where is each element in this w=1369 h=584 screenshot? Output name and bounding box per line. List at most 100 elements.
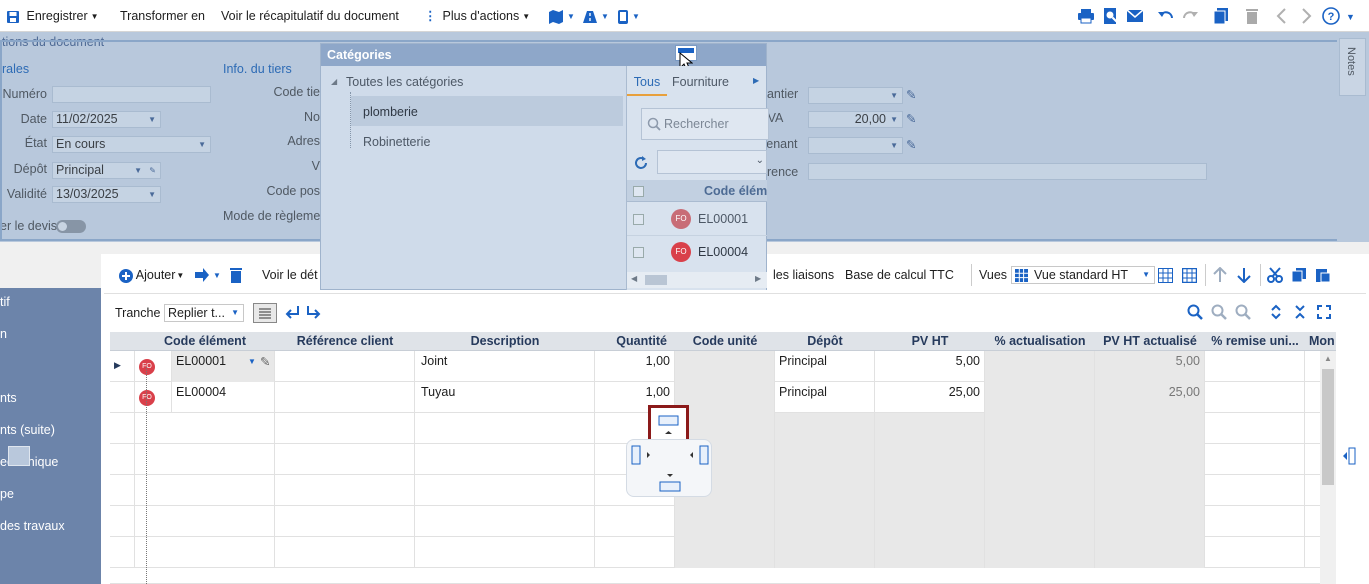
pvht-cell[interactable]: 5,00 <box>875 351 985 382</box>
links-button[interactable]: les liaisons <box>773 268 834 282</box>
chevron-down-icon[interactable]: ▼ <box>1346 0 1355 32</box>
tree-collapse-icon[interactable]: ◢ <box>331 77 337 86</box>
trash-icon[interactable] <box>230 267 242 283</box>
dock-bottom-target-icon[interactable] <box>656 470 684 494</box>
road-button[interactable]: ▼ <box>582 0 609 32</box>
ref-client-cell[interactable] <box>275 351 415 382</box>
list-item[interactable]: FO EL00001 <box>627 203 767 236</box>
save-button[interactable]: Enregistrer ▼ <box>6 0 99 32</box>
select-all-checkbox[interactable] <box>633 186 644 197</box>
copy-icon[interactable] <box>1291 267 1307 283</box>
table-row-empty[interactable] <box>110 506 1320 537</box>
collapse-icon[interactable] <box>1293 304 1307 320</box>
trash-icon[interactable] <box>1243 7 1261 25</box>
table-row-empty[interactable] <box>110 475 1320 506</box>
code-unite-cell[interactable] <box>675 382 775 413</box>
item-checkbox[interactable] <box>633 214 644 225</box>
nav-item[interactable]: pe <box>0 487 14 501</box>
quantite-cell[interactable]: 1,00 <box>595 351 675 382</box>
detail-button[interactable]: Voir le dét <box>262 268 318 282</box>
nav-item[interactable]: nts <box>0 391 17 405</box>
list-item[interactable]: FO EL00004 <box>627 236 767 269</box>
previous-icon[interactable] <box>1273 7 1291 25</box>
scrollbar-thumb[interactable] <box>645 275 667 285</box>
ref-client-cell[interactable] <box>275 382 415 413</box>
column-header-code-unite[interactable]: Code unité <box>675 332 775 351</box>
arrow-up-icon[interactable] <box>1212 267 1228 283</box>
scroll-up-icon[interactable]: ▲ <box>1320 351 1336 367</box>
pvht-actualise-cell[interactable]: 25,00 <box>1095 382 1205 413</box>
column-header-actualisation[interactable]: % actualisation <box>985 332 1095 351</box>
dock-left-icon[interactable] <box>8 446 30 466</box>
next-icon[interactable] <box>1297 7 1315 25</box>
dock-top-target[interactable] <box>648 405 689 443</box>
transform-button[interactable]: Transformer en <box>120 0 205 32</box>
table-row-empty[interactable] <box>110 413 1320 444</box>
table-row-empty[interactable] <box>110 568 1320 584</box>
scrollbar-thumb[interactable] <box>1322 369 1334 485</box>
column-header-montant[interactable]: Mon <box>1305 332 1336 351</box>
column-header-depot[interactable]: Dépôt <box>775 332 875 351</box>
remise-cell[interactable] <box>1205 382 1305 413</box>
description-cell[interactable]: Joint <box>415 351 595 382</box>
filter-select[interactable]: ⌄ <box>657 150 767 174</box>
chevron-down-icon[interactable]: ▼ <box>248 357 256 366</box>
table-row-empty[interactable] <box>110 444 1320 475</box>
grid-icon[interactable] <box>1158 268 1173 283</box>
undo-icon[interactable] <box>1157 7 1175 25</box>
map-button[interactable]: ▼ <box>548 0 575 32</box>
refresh-icon[interactable] <box>633 155 649 171</box>
code-cell[interactable]: EL00001 ▼ ✎ <box>172 351 275 382</box>
actualisation-cell[interactable] <box>985 382 1095 413</box>
mail-icon[interactable] <box>1126 7 1144 25</box>
insert-button[interactable]: ▼ <box>194 267 221 283</box>
views-select[interactable]: Vue standard HT ▼ <box>1011 266 1155 284</box>
notes-tab[interactable]: Notes <box>1339 38 1366 96</box>
code-cell[interactable]: EL00004 <box>172 382 275 413</box>
scroll-right-icon[interactable]: ▶ <box>755 274 761 283</box>
duplicate-icon[interactable] <box>1212 7 1230 25</box>
tree-root[interactable]: Toutes les catégories <box>346 75 463 89</box>
description-cell[interactable]: Tuyau <box>415 382 595 413</box>
table-icon[interactable] <box>1182 268 1197 283</box>
arrow-down-icon[interactable] <box>1236 267 1252 283</box>
category-search-input[interactable]: Rechercher <box>641 108 769 140</box>
ttc-button[interactable]: Base de calcul TTC <box>845 268 954 282</box>
pvht-actualise-cell[interactable]: 5,00 <box>1095 351 1205 382</box>
tab-fourniture[interactable]: Fourniture <box>672 70 729 96</box>
column-header-description[interactable]: Description <box>415 332 595 351</box>
zoom-in-icon[interactable] <box>1235 304 1251 320</box>
column-header-ref-client[interactable]: Référence client <box>275 332 415 351</box>
print-icon[interactable] <box>1077 7 1095 25</box>
expand-icon[interactable] <box>1269 304 1283 320</box>
tree-item[interactable]: Robinetterie <box>363 135 430 149</box>
item-checkbox[interactable] <box>633 247 644 258</box>
horizontal-scrollbar[interactable]: ◀ ▶ <box>627 272 767 288</box>
tranche-select[interactable]: Replier t... ▼ <box>164 304 244 322</box>
column-header-pvht[interactable]: PV HT <box>875 332 985 351</box>
tab-tous[interactable]: Tous <box>627 70 667 96</box>
remise-cell[interactable] <box>1205 351 1305 382</box>
dock-right-target-icon[interactable] <box>687 444 711 466</box>
column-header-quantite[interactable]: Quantité <box>595 332 675 351</box>
summary-button[interactable]: Voir le récapitulatif du document <box>221 0 399 32</box>
actualisation-cell[interactable] <box>985 351 1095 382</box>
column-header-remise[interactable]: % remise uni... <box>1205 332 1305 351</box>
scroll-left-icon[interactable]: ◀ <box>631 274 637 283</box>
redo-icon[interactable] <box>1181 7 1199 25</box>
vertical-scrollbar[interactable]: ▲ <box>1320 351 1336 584</box>
code-unite-cell[interactable] <box>675 351 775 382</box>
table-row-empty[interactable] <box>110 537 1320 568</box>
fullscreen-icon[interactable] <box>1317 305 1331 319</box>
column-header-code[interactable]: Code élément <box>135 332 275 351</box>
more-actions-button[interactable]: ⋮ Plus d'actions ▼ <box>424 0 530 32</box>
table-row[interactable]: ▶ FO EL00001 ▼ ✎ Joint 1,00 Principal 5,00… <box>110 351 1320 382</box>
add-button[interactable]: Ajouter▼ <box>119 268 184 283</box>
column-header-pvht-actualise[interactable]: PV HT actualisé <box>1095 332 1205 351</box>
nav-item[interactable]: nts (suite) <box>0 423 55 437</box>
scissors-icon[interactable] <box>1267 267 1283 283</box>
depot-cell[interactable]: Principal <box>775 382 875 413</box>
help-icon[interactable]: ? <box>1322 7 1340 25</box>
dock-right-icon[interactable] <box>1339 446 1359 466</box>
table-row[interactable]: FO EL00004 Tuyau 1,00 Principal 25,00 25… <box>110 382 1320 413</box>
